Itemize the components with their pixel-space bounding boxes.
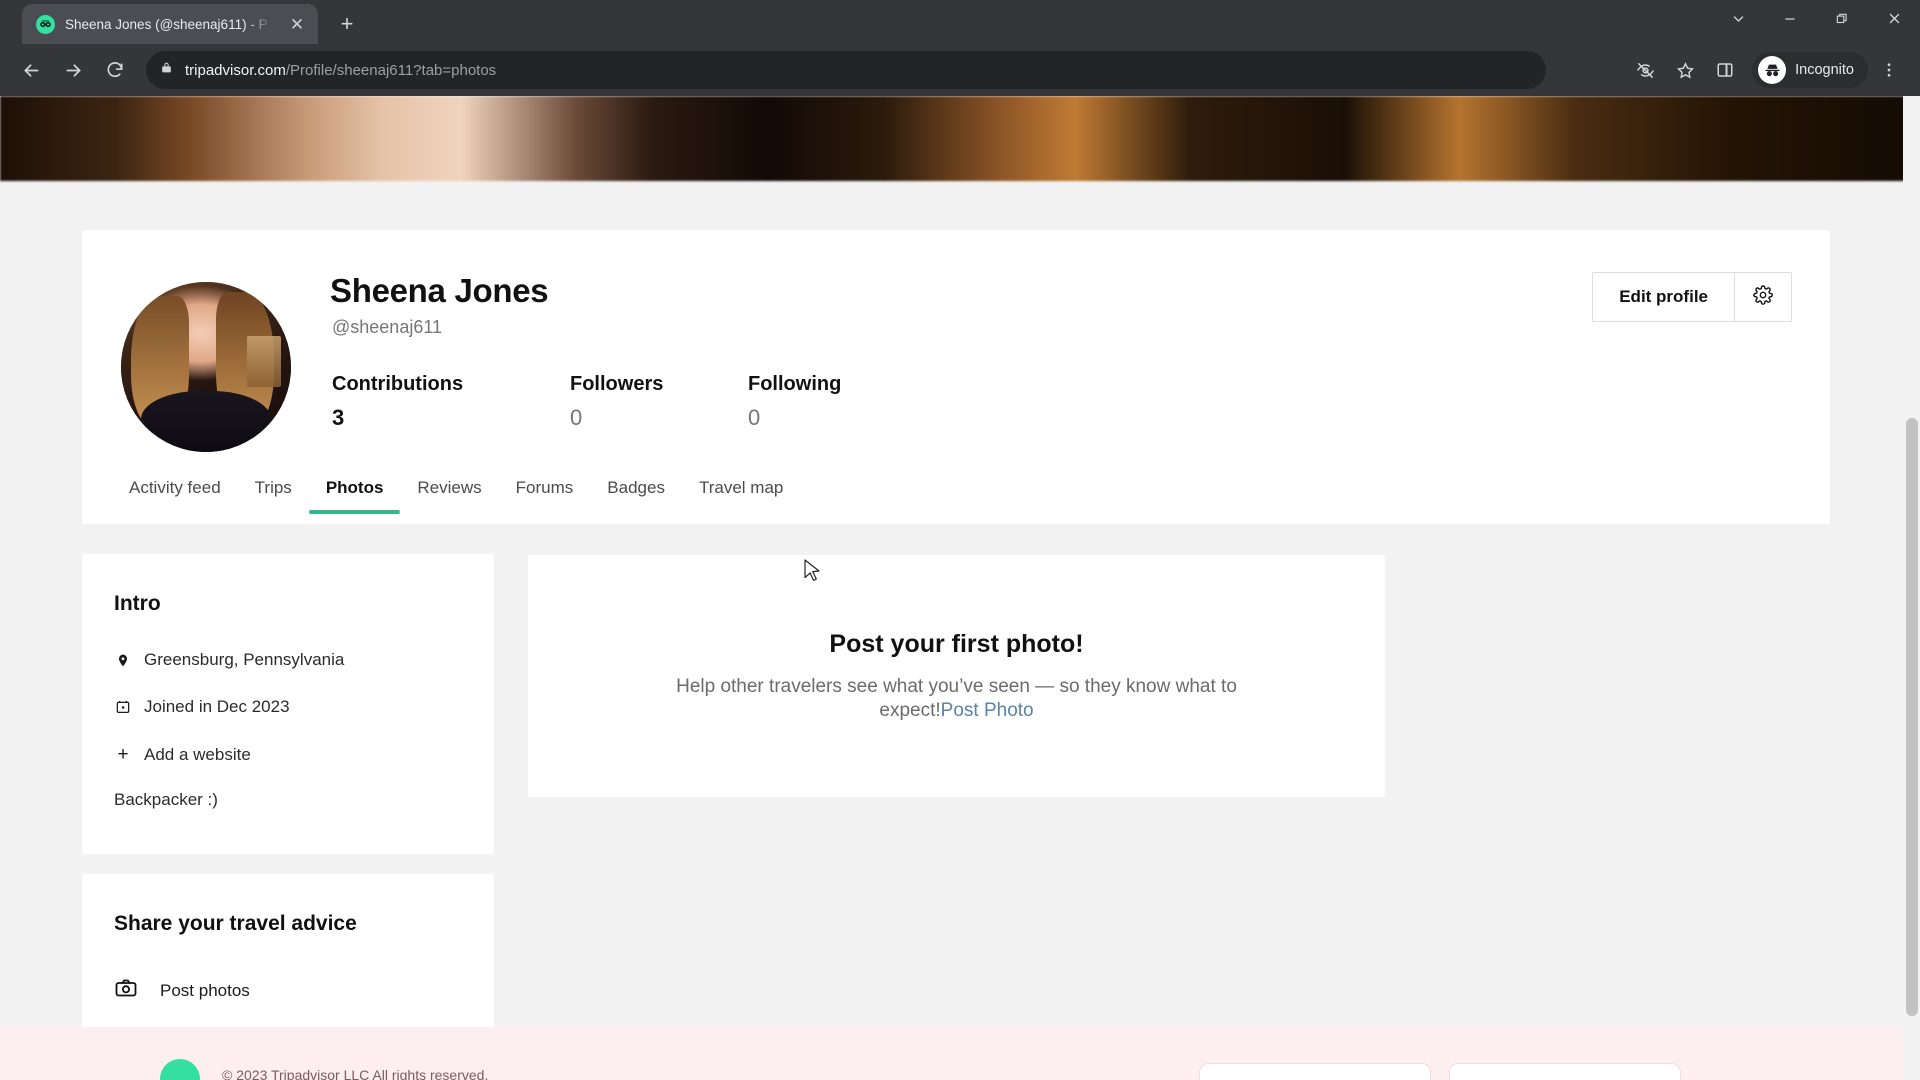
intro-card-title: Intro: [114, 592, 161, 615]
incognito-avatar-icon: [1758, 56, 1787, 84]
stat-label: Followers: [570, 373, 664, 395]
location-pin-icon: [114, 652, 132, 669]
tab-forums[interactable]: Forums: [499, 472, 591, 518]
tripadvisor-owl-icon: [36, 14, 55, 34]
url-domain: tripadvisor.com: [185, 61, 286, 79]
photos-empty-state-card: Post your first photo! Help other travel…: [528, 555, 1385, 797]
address-bar-url: tripadvisor.com/Profile/sheenaj611?tab=p…: [185, 62, 496, 79]
address-bar[interactable]: tripadvisor.com/Profile/sheenaj611?tab=p…: [146, 51, 1546, 89]
intro-location-text: Greensburg, Pennsylvania: [144, 650, 345, 669]
intro-joined-row: Joined in Dec 2023: [114, 697, 290, 717]
profile-stats: Contributions 3 Followers 0 Following 0: [332, 373, 841, 431]
stat-value: 0: [570, 405, 583, 430]
profile-tab-bar: Activity feed Trips Photos Reviews Forum…: [112, 464, 800, 524]
reload-button[interactable]: [96, 51, 134, 89]
browser-tab[interactable]: Sheena Jones (@sheenaj611) - P ✕: [22, 4, 318, 44]
footer-copyright: © 2023 Tripadvisor LLC All rights reserv…: [222, 1067, 489, 1080]
new-tab-button[interactable]: +: [330, 7, 364, 41]
intro-joined-text: Joined in Dec 2023: [144, 697, 290, 716]
toolbar-right-actions: Incognito: [1626, 51, 1908, 89]
intro-location-row: Greensburg, Pennsylvania: [114, 650, 344, 670]
forward-button[interactable]: [54, 51, 92, 89]
tab-reviews[interactable]: Reviews: [400, 472, 498, 518]
stat-followers[interactable]: Followers 0: [570, 373, 748, 431]
tab-photos[interactable]: Photos: [308, 472, 401, 518]
edit-profile-button[interactable]: Edit profile: [1593, 273, 1735, 321]
post-photos-action[interactable]: Post photos: [114, 976, 250, 1005]
profile-incognito-button[interactable]: Incognito: [1752, 52, 1868, 88]
browser-window: Sheena Jones (@sheenaj611) - P ✕ + tripa…: [0, 0, 1920, 1080]
intro-card: Intro Greensburg, Pennsylvania Joined in…: [82, 554, 494, 854]
intro-bio-text: Backpacker :): [114, 790, 218, 809]
tab-trips[interactable]: Trips: [238, 472, 309, 518]
window-controls: [1712, 0, 1920, 44]
profile-handle: @sheenaj611: [332, 317, 443, 337]
profile-cover-banner: [0, 96, 1920, 181]
advice-card-title: Share your travel advice: [114, 912, 357, 935]
close-tab-icon[interactable]: ✕: [284, 11, 310, 37]
profile-label: Incognito: [1795, 62, 1854, 78]
scrollbar-thumb[interactable]: [1906, 418, 1918, 1016]
page-title: Sheena Jones: [330, 272, 549, 309]
empty-state-body: Help other travelers see what you’ve see…: [657, 675, 1257, 723]
eye-slash-icon[interactable]: [1626, 51, 1664, 89]
calendar-icon: [114, 699, 132, 715]
stat-label: Following: [748, 373, 842, 395]
tab-travel-map[interactable]: Travel map: [682, 472, 800, 518]
settings-button[interactable]: [1735, 273, 1791, 321]
tab-badges[interactable]: Badges: [590, 472, 682, 518]
tab-search-chevron-down-icon[interactable]: [1712, 0, 1764, 37]
close-window-icon[interactable]: [1868, 0, 1920, 37]
post-photo-link[interactable]: Post Photo: [941, 700, 1034, 721]
camera-icon: [114, 976, 138, 1005]
star-icon[interactable]: [1666, 51, 1704, 89]
plus-icon: +: [117, 744, 129, 765]
tab-activity-feed[interactable]: Activity feed: [112, 472, 238, 518]
site-footer: © 2023 Tripadvisor LLC All rights reserv…: [0, 1027, 1920, 1080]
stat-following[interactable]: Following 0: [748, 373, 841, 431]
minimize-icon[interactable]: [1764, 0, 1816, 37]
page-scrollbar[interactable]: [1903, 96, 1920, 1080]
stat-value: 3: [332, 405, 345, 430]
browser-tab-strip: Sheena Jones (@sheenaj611) - P ✕ +: [0, 0, 1920, 44]
padlock-icon: [160, 60, 173, 80]
profile-header-card: Sheena Jones @sheenaj611 Contributions 3…: [82, 230, 1830, 524]
tripadvisor-footer-logo: [160, 1059, 200, 1080]
add-website-label: Add a website: [144, 745, 251, 764]
stat-contributions[interactable]: Contributions 3: [332, 373, 570, 431]
google-play-badge[interactable]: [1450, 1064, 1680, 1080]
profile-actions: Edit profile: [1592, 272, 1792, 322]
maximize-restore-icon[interactable]: [1816, 0, 1868, 37]
kebab-menu-icon[interactable]: [1870, 51, 1908, 89]
browser-toolbar: tripadvisor.com/Profile/sheenaj611?tab=p…: [0, 44, 1920, 96]
gear-icon: [1753, 284, 1773, 310]
stat-label: Contributions: [332, 373, 464, 395]
app-store-badge[interactable]: [1200, 1064, 1430, 1080]
stat-value: 0: [748, 405, 761, 430]
avatar[interactable]: [121, 282, 291, 452]
back-button[interactable]: [12, 51, 50, 89]
side-panel-icon[interactable]: [1706, 51, 1744, 89]
url-path: /Profile/sheenaj611?tab=photos: [285, 61, 497, 79]
post-photos-label: Post photos: [160, 980, 250, 1000]
page-viewport: Sheena Jones @sheenaj611 Contributions 3…: [0, 96, 1920, 1080]
empty-state-title: Post your first photo!: [829, 629, 1084, 658]
browser-tab-title: Sheena Jones (@sheenaj611) - P: [65, 16, 268, 32]
add-website-link[interactable]: + Add a website: [114, 744, 251, 766]
